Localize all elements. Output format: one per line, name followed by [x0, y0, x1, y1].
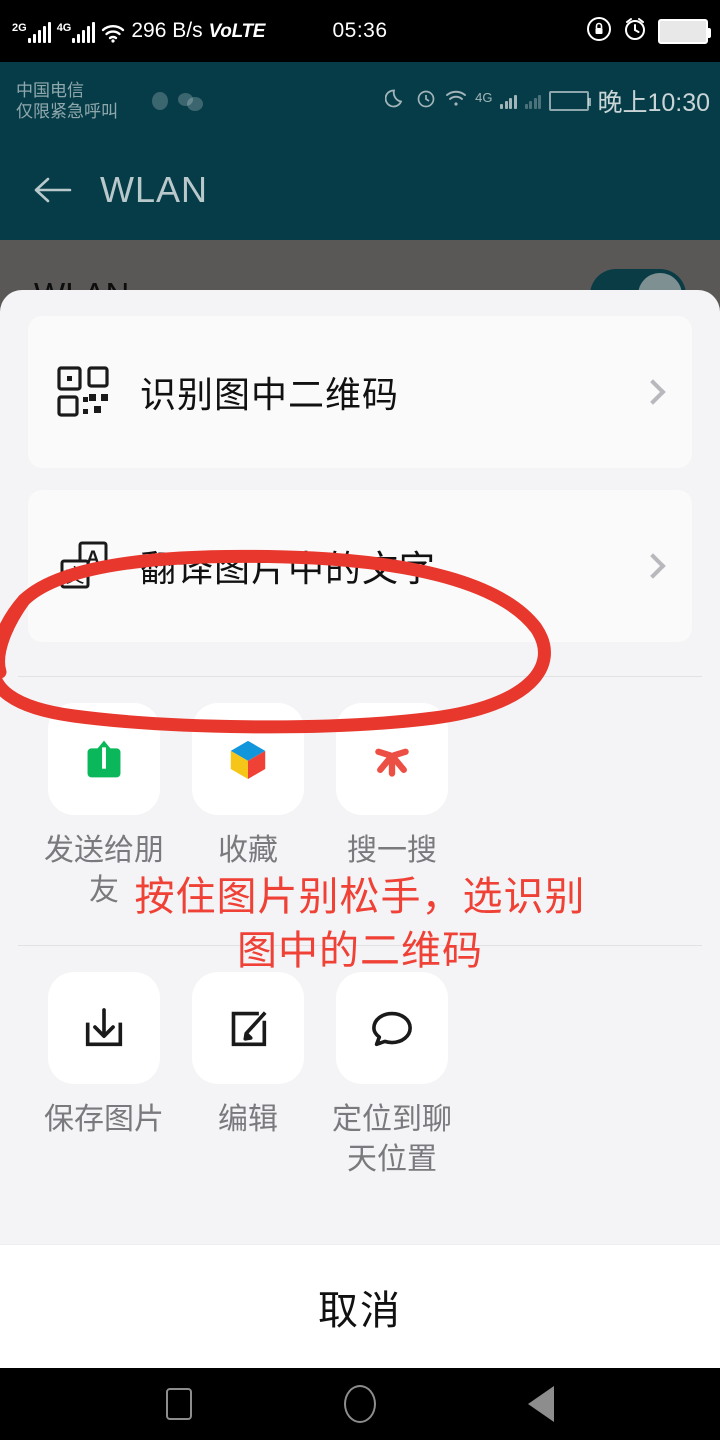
signal-bars-inner-sim2 [524, 93, 542, 109]
share-item-save-image[interactable]: 保存图片 [32, 972, 176, 1180]
status-clock: 05:36 [332, 19, 388, 42]
send-to-friend-icon [48, 703, 160, 815]
inner-clock: 晚上10:30 [597, 89, 710, 117]
system-navigation-bar [0, 1368, 720, 1440]
share-grid-row-2: 保存图片 编辑 定位到聊天位置 [0, 946, 720, 1180]
cancel-button-label: 取消 [318, 1288, 402, 1333]
notification-dot-icon [152, 92, 168, 110]
signal-1-label: 2G [12, 22, 27, 34]
sheet-row-qr-code[interactable]: 识别图中二维码 [28, 316, 692, 468]
share-item-favorites[interactable]: 收藏 [176, 703, 320, 911]
signal-2-label: 4G [56, 22, 72, 34]
chevron-right-icon [640, 553, 666, 579]
back-arrow-icon[interactable] [30, 173, 74, 207]
share-item-label: 保存图片 [44, 1103, 164, 1136]
share-item-edit[interactable]: 编辑 [176, 972, 320, 1180]
share-item-label: 发送给朋友 [44, 834, 164, 907]
cancel-button[interactable]: 取消 [0, 1244, 720, 1368]
favorites-cube-icon [192, 703, 304, 815]
home-circle-icon[interactable] [344, 1385, 376, 1423]
network-speed-label: 296 B/s [131, 19, 203, 42]
network-type-label: 4G [475, 89, 493, 105]
carrier-info: 中国电信 仅限紧急呼叫 [0, 80, 118, 122]
outer-status-left: 2G 4G 296 B/s VoLTE [0, 19, 265, 43]
carrier-name: 中国电信 [16, 81, 84, 100]
svg-text:文: 文 [65, 565, 84, 587]
rotation-lock-icon [586, 16, 612, 47]
inner-screenshot: 中国电信 仅限紧急呼叫 4G 晚上10:30 WLAN 识别图中二维码 A 文 … [0, 62, 720, 1368]
translate-icon: A 文 [56, 538, 112, 594]
inner-status-icons: 4G 晚上10:30 [384, 83, 710, 119]
outer-status-right [586, 16, 711, 47]
inner-status-bar: 中国电信 仅限紧急呼叫 4G 晚上10:30 [0, 62, 720, 140]
outer-status-bar: 2G 4G 296 B/s VoLTE 05:36 [0, 0, 720, 62]
carrier-emergency-note: 仅限紧急呼叫 [16, 102, 118, 121]
share-item-locate-chat[interactable]: 定位到聊天位置 [320, 972, 464, 1180]
share-grid-row-1: 发送给朋友 收藏 搜一搜 [0, 677, 720, 911]
share-item-search[interactable]: 搜一搜 [320, 703, 464, 911]
qr-code-icon [56, 364, 112, 420]
share-item-send-to-friend[interactable]: 发送给朋友 [32, 703, 176, 911]
search-starburst-icon [336, 703, 448, 815]
share-item-label: 收藏 [218, 834, 278, 867]
sheet-row-label: 翻译图片中的文字 [140, 548, 437, 589]
edit-icon [192, 972, 304, 1084]
locate-chat-icon [336, 972, 448, 1084]
chevron-right-icon [640, 379, 666, 405]
page-title: WLAN [100, 169, 209, 210]
signal-bars-inner [500, 93, 517, 109]
signal-indicator-2: 4G [56, 22, 96, 43]
signal-bars-2 [72, 22, 96, 43]
wechat-notification-icon [178, 91, 204, 111]
share-item-label: 搜一搜 [347, 834, 437, 867]
volte-label: VoLTE [208, 21, 266, 42]
share-item-label: 编辑 [218, 1103, 278, 1136]
notification-icons [152, 91, 204, 111]
sheet-row-translate[interactable]: A 文 翻译图片中的文字 [28, 490, 692, 642]
alarm-icon [622, 16, 648, 47]
battery-icon [549, 91, 592, 111]
wlan-app-bar: WLAN [0, 140, 720, 240]
share-item-label: 定位到聊天位置 [332, 1103, 452, 1176]
signal-bars-1 [27, 22, 51, 43]
moon-icon [384, 87, 407, 115]
sheet-row-label: 识别图中二维码 [140, 374, 400, 415]
signal-indicator-1: 2G [12, 22, 51, 43]
save-image-icon [48, 972, 160, 1084]
wifi-icon [101, 23, 125, 43]
wifi-icon [445, 89, 467, 113]
back-triangle-icon[interactable] [528, 1386, 554, 1422]
share-action-sheet: 识别图中二维码 A 文 翻译图片中的文字 发送给朋友 收藏 搜一搜 保存图片 编… [0, 290, 720, 1368]
recents-square-icon[interactable] [166, 1388, 192, 1420]
alarm-icon [415, 87, 437, 115]
battery-icon [658, 18, 711, 44]
